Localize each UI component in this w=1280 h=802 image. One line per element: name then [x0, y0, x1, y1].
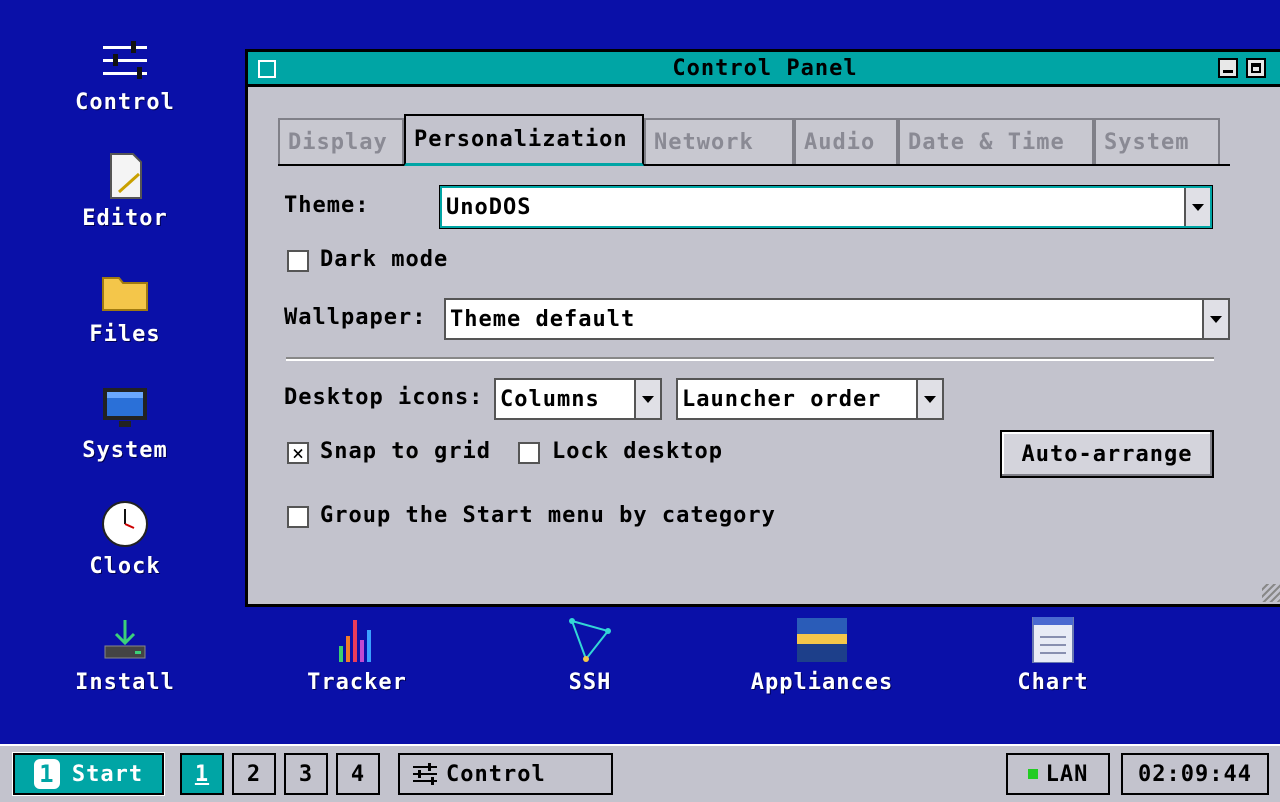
- desktop-icon-label: Appliances: [750, 670, 894, 695]
- start-logo-icon: 1: [33, 759, 60, 789]
- wallpaper-label: Wallpaper:: [284, 305, 427, 330]
- desktop-icon-clock[interactable]: Clock: [50, 498, 200, 579]
- wallpaper-select[interactable]: Theme default: [444, 298, 1230, 340]
- window-titlebar[interactable]: Control Panel: [248, 52, 1280, 87]
- desktop-icon-label: Chart: [1017, 670, 1089, 695]
- theme-select-value: UnoDOS: [446, 194, 532, 220]
- theme-label: Theme:: [284, 193, 370, 218]
- control-panel-window: Control Panel Display Personalization Ne…: [245, 49, 1280, 607]
- desktop-icons-order-value: Launcher order: [682, 386, 882, 412]
- tab-personalization[interactable]: Personalization: [404, 114, 644, 166]
- group-start-menu-checkbox[interactable]: [287, 506, 309, 528]
- tab-bar: Display Personalization Network Audio Da…: [278, 114, 1230, 166]
- clock-icon: [50, 498, 200, 550]
- network-status[interactable]: LAN: [1006, 753, 1110, 795]
- desktop-icon-chart[interactable]: Chart: [978, 614, 1128, 695]
- snap-to-grid-checkbox[interactable]: ×: [287, 442, 309, 464]
- desktop-icon-label: Control: [75, 90, 175, 115]
- workspace-4-button[interactable]: 4: [336, 753, 380, 795]
- network-triangle-icon: [515, 614, 665, 666]
- section-divider: [286, 357, 1214, 361]
- sliders-icon: [50, 34, 200, 86]
- resize-grip-icon[interactable]: [1262, 584, 1280, 602]
- lock-desktop-checkbox[interactable]: [518, 442, 540, 464]
- desktop-icon-label: SSH: [568, 670, 612, 695]
- desktop-icon-label: Clock: [89, 554, 161, 579]
- theme-select[interactable]: UnoDOS: [439, 185, 1213, 229]
- tab-display[interactable]: Display: [278, 118, 404, 164]
- bar-graph-icon: [282, 614, 432, 666]
- start-label: Start: [71, 761, 144, 787]
- taskbar: 1 Start 1 2 3 4 Control LAN 02:09:44: [0, 744, 1280, 802]
- workspace-1-button[interactable]: 1: [180, 753, 224, 795]
- desktop-icon-appliances[interactable]: Appliances: [747, 614, 897, 695]
- desktop-icons-label: Desktop icons:: [284, 385, 484, 410]
- tab-audio[interactable]: Audio: [794, 118, 898, 164]
- dark-mode-label: Dark mode: [320, 247, 449, 272]
- desktop-icon-files[interactable]: Files: [50, 266, 200, 347]
- desktop-icons-order-select[interactable]: Launcher order: [676, 378, 944, 420]
- sliders-icon: [413, 763, 437, 785]
- desktop-icon-label: System: [82, 438, 168, 463]
- lock-desktop-label: Lock desktop: [552, 439, 723, 464]
- download-icon: [50, 614, 200, 666]
- group-start-menu-label: Group the Start menu by category: [320, 503, 776, 528]
- desktop-icon-control[interactable]: Control: [50, 34, 200, 115]
- chevron-down-icon[interactable]: [634, 380, 660, 418]
- tab-network[interactable]: Network: [644, 118, 794, 164]
- network-led-icon: [1027, 769, 1038, 779]
- appliance-icon: [747, 614, 897, 666]
- network-label: LAN: [1045, 761, 1089, 787]
- folder-icon: [50, 266, 200, 318]
- wallpaper-select-value: Theme default: [450, 306, 636, 332]
- dark-mode-checkbox[interactable]: [287, 250, 309, 272]
- minimize-icon[interactable]: [1218, 58, 1238, 78]
- chevron-down-icon[interactable]: [916, 380, 942, 418]
- tab-system[interactable]: System: [1094, 118, 1220, 164]
- desktop-icon-label: Install: [75, 670, 175, 695]
- desktop-icon-label: Editor: [82, 206, 168, 231]
- desktop-icon-editor[interactable]: Editor: [50, 150, 200, 231]
- system-menu-icon[interactable]: [258, 60, 276, 78]
- taskbar-control-label: Control: [446, 761, 546, 787]
- desktop-icons-layout-value: Columns: [500, 386, 600, 412]
- chevron-down-icon[interactable]: [1184, 188, 1210, 226]
- desktop-icon-label: Files: [89, 322, 161, 347]
- desktop-icon-install[interactable]: Install: [50, 614, 200, 695]
- start-button[interactable]: 1 Start: [12, 752, 165, 796]
- chevron-down-icon[interactable]: [1202, 300, 1228, 338]
- maximize-icon[interactable]: [1246, 58, 1266, 78]
- window-title: Control Panel: [672, 55, 858, 81]
- tab-date-time[interactable]: Date & Time: [898, 118, 1094, 164]
- desktop-icon-label: Tracker: [307, 670, 407, 695]
- taskbar-clock[interactable]: 02:09:44: [1121, 753, 1269, 795]
- desktop-icon-ssh[interactable]: SSH: [515, 614, 665, 695]
- auto-arrange-button[interactable]: Auto-arrange: [1000, 430, 1214, 478]
- desktop-icon-tracker[interactable]: Tracker: [282, 614, 432, 695]
- document-chart-icon: [978, 614, 1128, 666]
- notepad-icon: [50, 150, 200, 202]
- desktop-icons-layout-select[interactable]: Columns: [494, 378, 662, 420]
- desktop-icon-system[interactable]: System: [50, 382, 200, 463]
- monitor-icon: [50, 382, 200, 434]
- taskbar-control-button[interactable]: Control: [398, 753, 613, 795]
- snap-to-grid-label: Snap to grid: [320, 439, 491, 464]
- workspace-3-button[interactable]: 3: [284, 753, 328, 795]
- workspace-2-button[interactable]: 2: [232, 753, 276, 795]
